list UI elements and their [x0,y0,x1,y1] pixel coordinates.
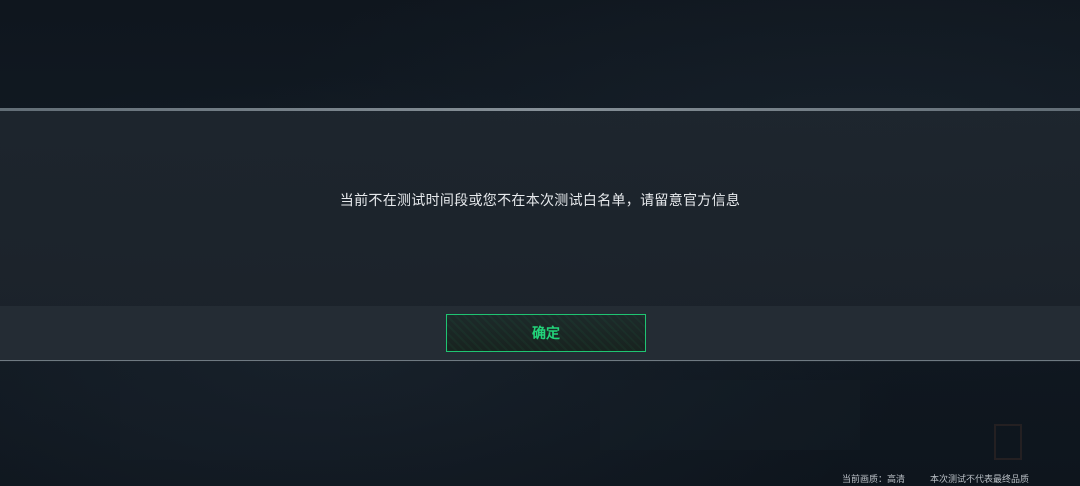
confirm-button[interactable]: 确定 [446,314,646,352]
dialog-footer: 确定 [0,306,1080,361]
quality-label: 当前画质：高清 [842,475,906,485]
dialog-top-border [0,108,1080,111]
dialog-message: 当前不在测试时间段或您不在本次测试白名单，请留意官方信息 [339,193,741,209]
test-disclaimer: 本次测试不代表最终品质 [930,475,1030,485]
notice-dialog: 当前不在测试时间段或您不在本次测试白名单，请留意官方信息 确定 [0,108,1080,362]
game-screen: 当前不在测试时间段或您不在本次测试白名单，请留意官方信息 确定 当前画质：高清 … [0,0,1080,486]
